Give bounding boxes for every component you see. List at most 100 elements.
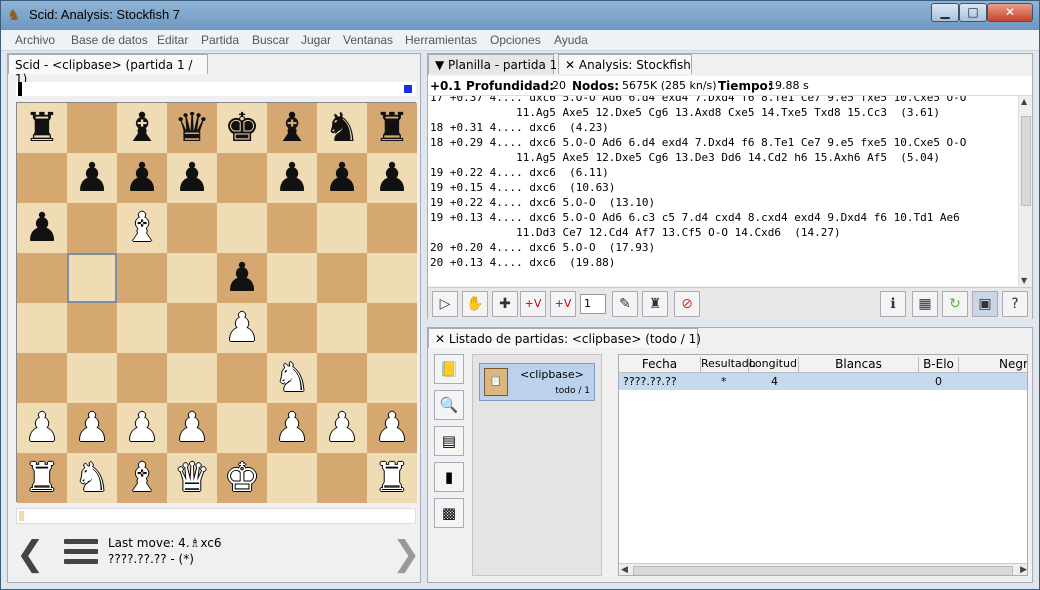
square-h1[interactable]: ♜ [367,453,417,503]
finish-game-icon[interactable]: ↻ [942,291,968,317]
square-e3[interactable] [217,353,267,403]
black-pawn-icon[interactable]: ♟ [174,158,210,198]
database-book-icon[interactable]: 📒 [434,354,464,384]
col-blancas[interactable]: Blancas [799,357,919,373]
black-queen-icon[interactable]: ♛ [174,108,210,148]
white-rook-icon[interactable]: ♜ [374,458,410,498]
square-f6[interactable] [267,203,317,253]
menu-herramientas[interactable]: Herramientas [405,33,477,47]
menu-editar[interactable]: Editar [157,33,188,47]
square-g4[interactable] [317,303,367,353]
menu-hamburger-icon[interactable] [64,539,98,567]
scroll-down-icon[interactable]: ▼ [1021,276,1027,285]
col-belo[interactable]: B-Elo [919,357,959,373]
square-f5[interactable] [267,253,317,303]
tab-analysis[interactable]: ✕ Analysis: Stockfish [558,54,692,74]
square-c2[interactable]: ♟ [117,403,167,453]
square-h6[interactable] [367,203,417,253]
col-fecha[interactable]: Fecha [619,357,701,373]
white-knight-icon[interactable]: ♞ [274,358,310,398]
square-e4[interactable]: ♟ [217,303,267,353]
board-pane-tab[interactable]: Scid - <clipbase> (partida 1 / 1) [8,54,208,86]
square-b5[interactable] [67,253,117,303]
black-pawn-icon[interactable]: ♟ [274,158,310,198]
square-d8[interactable]: ♛ [167,103,217,153]
white-pawn-icon[interactable]: ♟ [374,408,410,448]
white-bishop-icon[interactable]: ♝ [124,208,160,248]
black-rook-icon[interactable]: ♜ [24,108,60,148]
square-f2[interactable]: ♟ [267,403,317,453]
help-icon[interactable]: ? [1002,291,1028,317]
square-e6[interactable] [217,203,267,253]
square-b8[interactable] [67,103,117,153]
square-g7[interactable]: ♟ [317,153,367,203]
layout-icon[interactable]: ▤ [434,426,464,456]
square-d3[interactable] [167,353,217,403]
menu-jugar[interactable]: Jugar [301,33,331,47]
square-a4[interactable] [17,303,67,353]
square-b6[interactable] [67,203,117,253]
square-a8[interactable]: ♜ [17,103,67,153]
pause-hand-icon[interactable]: ✋ [462,291,488,317]
hscroll-thumb[interactable] [633,566,1013,575]
black-pawn-icon[interactable]: ♟ [324,158,360,198]
engine-settings-icon[interactable]: ♜ [642,291,668,317]
black-pawn-icon[interactable]: ♟ [24,208,60,248]
black-rook-icon[interactable]: ♜ [374,108,410,148]
square-g6[interactable] [317,203,367,253]
add-move-icon[interactable]: ✚ [492,291,518,317]
square-e2[interactable] [217,403,267,453]
board-preview-icon[interactable]: ▩ [434,498,464,528]
square-c3[interactable] [117,353,167,403]
black-pawn-icon[interactable]: ♟ [224,258,260,298]
table-hscrollbar[interactable]: ◀ ▶ [619,563,1027,575]
tab-close-icon[interactable]: ✕ [565,58,575,72]
square-c8[interactable]: ♝ [117,103,167,153]
white-pawn-icon[interactable]: ♟ [224,308,260,348]
black-bishop-icon[interactable]: ♝ [124,108,160,148]
square-c6[interactable]: ♝ [117,203,167,253]
square-b2[interactable]: ♟ [67,403,117,453]
square-b1[interactable]: ♞ [67,453,117,503]
menu-base-de-datos[interactable]: Base de datos [71,33,148,47]
square-f4[interactable] [267,303,317,353]
add-all-variations-icon[interactable]: +V [550,291,576,317]
square-e7[interactable] [217,153,267,203]
square-d4[interactable] [167,303,217,353]
menu-buscar[interactable]: Buscar [252,33,289,47]
white-queen-icon[interactable]: ♛ [174,458,210,498]
square-h3[interactable] [367,353,417,403]
tab-gamelist[interactable]: ✕ Listado de partidas: <clipbase> (todo … [428,328,701,348]
col-negras[interactable]: Negra [999,357,1027,373]
white-pawn-icon[interactable]: ♟ [274,408,310,448]
white-king-icon[interactable]: ♚ [224,458,260,498]
col-longitud[interactable]: Longitud [749,357,799,373]
scroll-left-icon[interactable]: ◀ [621,565,628,575]
white-pawn-icon[interactable]: ♟ [74,408,110,448]
minimize-button[interactable]: ▁ [931,3,959,22]
menu-partida[interactable]: Partida [201,33,239,47]
square-a2[interactable]: ♟ [17,403,67,453]
square-d1[interactable]: ♛ [167,453,217,503]
white-bishop-icon[interactable]: ♝ [124,458,160,498]
square-b7[interactable]: ♟ [67,153,117,203]
analysis-output[interactable]: 17 +0.37 4.... dxc6 5.O-O Ad6 6.d4 exd4 … [428,96,1018,286]
square-a3[interactable] [17,353,67,403]
black-knight-icon[interactable]: ♞ [324,108,360,148]
square-d6[interactable] [167,203,217,253]
square-a5[interactable] [17,253,67,303]
square-g8[interactable]: ♞ [317,103,367,153]
chess-board[interactable]: ♜ ♝ ♛ ♚ ♝ ♞ ♜ ♟ ♟ ♟ ♟ ♟ ♟ ♟ ♝ ♟ ♟ ♞ ♟ ♟ ♟ ♟ ♟ ♟ ♟ ♜ ♞ ♝ ♛ ♚ ♜ [16,102,417,503]
square-c5[interactable] [117,253,167,303]
menu-ayuda[interactable]: Ayuda [554,33,588,47]
square-h8[interactable]: ♜ [367,103,417,153]
stop-icon[interactable]: ⊘ [674,291,700,317]
square-a6[interactable]: ♟ [17,203,67,253]
engine-info-icon[interactable]: ▣ [972,291,998,317]
square-h2[interactable]: ♟ [367,403,417,453]
square-g1[interactable] [317,453,367,503]
square-c1[interactable]: ♝ [117,453,167,503]
black-bishop-icon[interactable]: ♝ [274,108,310,148]
training-icon[interactable]: ▦ [912,291,938,317]
square-e5[interactable]: ♟ [217,253,267,303]
